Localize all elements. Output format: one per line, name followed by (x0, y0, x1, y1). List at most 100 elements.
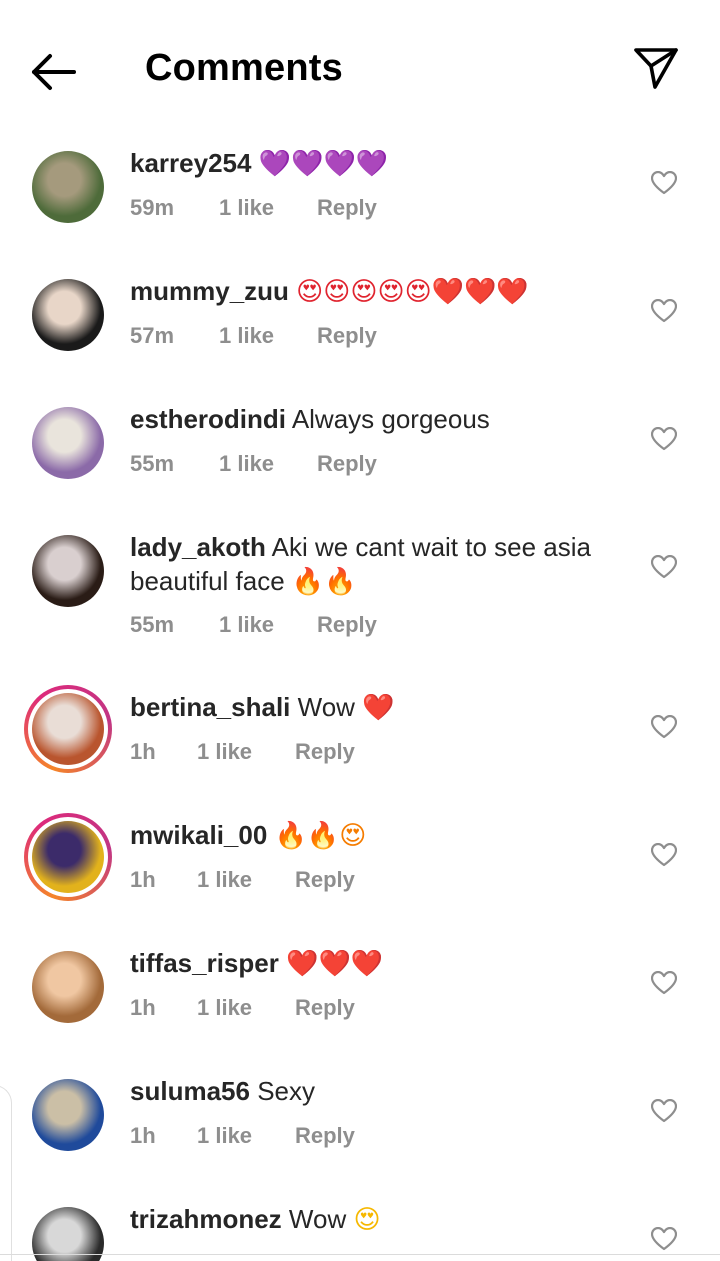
comment-emoji: ❤️❤️❤️ (286, 949, 384, 979)
avatar-image (32, 1079, 104, 1151)
heart-icon (651, 971, 677, 995)
comment-username[interactable]: mummy_zuu (130, 276, 289, 306)
avatar-story-ring[interactable] (24, 685, 112, 773)
page-title: Comments (145, 47, 343, 89)
comment-likes[interactable]: 1 like (197, 867, 295, 893)
comment-username[interactable]: tiffas_risper (130, 948, 279, 978)
avatar-image (32, 821, 104, 893)
like-button[interactable] (650, 169, 678, 197)
avatar[interactable] (32, 279, 104, 351)
comment-likes[interactable]: 1 like (197, 739, 295, 765)
avatar[interactable] (32, 1207, 104, 1261)
heart-icon (651, 715, 677, 739)
share-button[interactable] (628, 42, 684, 94)
comment-meta: 1h 1 like Reply (130, 739, 355, 765)
comment-emoji: 🔥🔥 (291, 567, 357, 597)
comment-likes[interactable]: 1 like (219, 323, 317, 349)
comments-header: Comments (0, 0, 720, 130)
avatar-image (32, 951, 104, 1023)
comment-text: estherodindi Always gorgeous (130, 402, 630, 436)
comment-emoji: ❤️ (362, 693, 395, 723)
comment-time: 55m (130, 612, 175, 637)
avatar[interactable] (32, 535, 104, 607)
comment-username[interactable]: trizahmonez (130, 1204, 282, 1234)
comment-meta: 57m 1 like Reply (130, 323, 377, 349)
paper-plane-icon (634, 48, 678, 89)
like-button[interactable] (650, 841, 678, 869)
avatar[interactable] (32, 407, 104, 479)
like-button[interactable] (650, 425, 678, 453)
comment-time: 55m (130, 451, 175, 476)
reply-button[interactable]: Reply (295, 867, 355, 893)
comment-emoji: 😍😍😍😍😍❤️❤️❤️ (296, 277, 529, 307)
avatar-image (32, 535, 104, 607)
comment-likes[interactable]: 1 like (197, 995, 295, 1021)
comment-username[interactable]: estherodindi (130, 404, 286, 434)
avatar-image (32, 407, 104, 479)
reply-button[interactable]: Reply (295, 1123, 355, 1149)
avatar-image (32, 279, 104, 351)
comment-meta: 1h 1 like Reply (130, 1123, 355, 1149)
like-button[interactable] (650, 713, 678, 741)
comment-text: karrey254 💜💜💜💜 (130, 146, 630, 181)
avatar[interactable] (32, 951, 104, 1023)
heart-icon (651, 1227, 677, 1251)
comment-time: 1h (130, 739, 156, 764)
comment-time: 1h (130, 867, 156, 892)
comment-text: trizahmonez Wow 😍 (130, 1202, 630, 1237)
reply-button[interactable]: Reply (317, 451, 377, 477)
avatar[interactable] (32, 151, 104, 223)
heart-icon (651, 555, 677, 579)
divider (0, 1254, 720, 1255)
like-button[interactable] (650, 1225, 678, 1253)
reply-button[interactable]: Reply (317, 323, 377, 349)
comment-text: mummy_zuu 😍😍😍😍😍❤️❤️❤️ (130, 274, 630, 309)
comment-meta: 55m 1 like Reply (130, 612, 377, 638)
avatar[interactable] (32, 1079, 104, 1151)
comment-time: 1h (130, 1123, 156, 1148)
comment-emoji: 💜💜💜💜 (258, 149, 389, 179)
heart-icon (651, 171, 677, 195)
comment-text: suluma56 Sexy (130, 1074, 630, 1108)
reply-button[interactable]: Reply (317, 195, 377, 221)
comment-body: Wow (288, 1204, 347, 1234)
like-button[interactable] (650, 969, 678, 997)
comment-username[interactable]: karrey254 (130, 148, 251, 178)
avatar-story-ring[interactable] (24, 813, 112, 901)
comment-meta: 55m 1 like Reply (130, 451, 377, 477)
heart-icon (651, 1099, 677, 1123)
comment-time: 1h (130, 995, 156, 1020)
comment-body: Always gorgeous (291, 404, 490, 434)
avatar-image (32, 693, 104, 765)
heart-icon (651, 299, 677, 323)
comment-likes[interactable]: 1 like (197, 1123, 295, 1149)
comment-body: Sexy (257, 1076, 315, 1106)
heart-icon (651, 427, 677, 451)
comment-likes[interactable]: 1 like (219, 612, 317, 638)
comment-likes[interactable]: 1 like (219, 195, 317, 221)
comment-username[interactable]: mwikali_00 (130, 820, 267, 850)
arrow-left-icon (32, 54, 76, 90)
reply-button[interactable]: Reply (295, 995, 355, 1021)
like-button[interactable] (650, 553, 678, 581)
comment-time: 57m (130, 323, 175, 348)
reply-button[interactable]: Reply (295, 739, 355, 765)
comment-meta: 1h 1 like Reply (130, 995, 355, 1021)
comment-meta: 1h 1 like Reply (130, 867, 355, 893)
comment-username[interactable]: lady_akoth (130, 532, 266, 562)
heart-icon (651, 843, 677, 867)
reply-button[interactable]: Reply (317, 612, 377, 638)
like-button[interactable] (650, 1097, 678, 1125)
edge-decoration (0, 1085, 12, 1261)
comment-meta: 59m 1 like Reply (130, 195, 377, 221)
comment-emoji: 🔥🔥😍 (274, 821, 367, 851)
comment-text: bertina_shali Wow ❤️ (130, 690, 630, 725)
like-button[interactable] (650, 297, 678, 325)
comment-username[interactable]: bertina_shali (130, 692, 290, 722)
comment-username[interactable]: suluma56 (130, 1076, 250, 1106)
back-button[interactable] (28, 50, 84, 94)
avatar-image (32, 1207, 104, 1261)
comment-likes[interactable]: 1 like (219, 451, 317, 477)
comment-emoji: 😍 (353, 1205, 381, 1235)
comment-text: tiffas_risper ❤️❤️❤️ (130, 946, 630, 981)
